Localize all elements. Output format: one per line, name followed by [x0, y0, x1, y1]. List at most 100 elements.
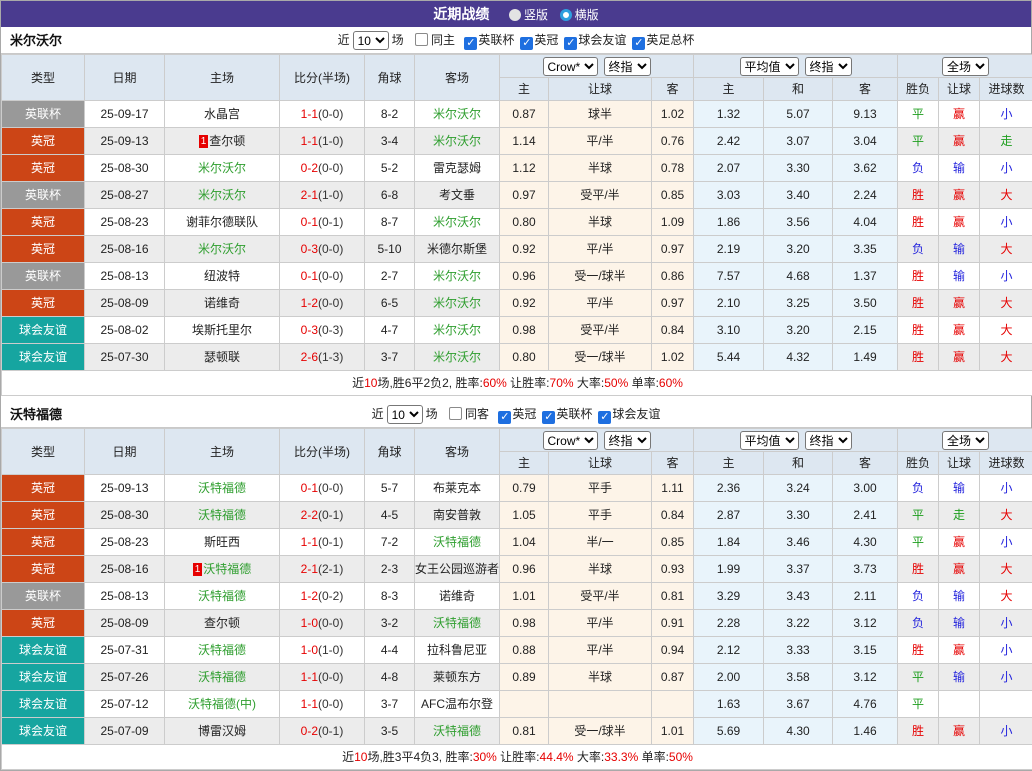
- final-odds-select-2[interactable]: 终指: [805, 57, 852, 76]
- crow-home-odds: 0.97: [500, 182, 549, 209]
- avg-draw-odds: 3.20: [764, 317, 833, 344]
- final-odds-select[interactable]: 终指: [604, 431, 651, 450]
- match-row: 球会友谊25-07-31沃特福德1-0(1-0)4-4拉科鲁尼亚0.88平/半0…: [2, 637, 1032, 664]
- league-checkbox[interactable]: ✓: [498, 411, 511, 424]
- score: 2-1(1-0): [280, 182, 365, 209]
- league-checkbox[interactable]: ✓: [598, 411, 611, 424]
- odds-source-select[interactable]: Crow*: [543, 431, 598, 450]
- crow-away-odds: 0.85: [652, 529, 694, 556]
- home-team: 沃特福德: [165, 583, 280, 610]
- match-row: 英冠25-08-161沃特福德2-1(2-1)2-3女王公园巡游者0.96半球0…: [2, 556, 1032, 583]
- league-checkbox[interactable]: ✓: [632, 37, 645, 50]
- avg-away-odds: 1.49: [833, 344, 898, 371]
- near-label: 近: [372, 407, 384, 421]
- crow-away-odds: 0.78: [652, 155, 694, 182]
- crow-away-odds: 0.91: [652, 610, 694, 637]
- avg-home-odds: 5.44: [694, 344, 764, 371]
- result-handicap: 赢: [939, 209, 980, 236]
- result-handicap: 输: [939, 583, 980, 610]
- result-wdl: 胜: [898, 182, 939, 209]
- crow-home-odds: 0.98: [500, 610, 549, 637]
- home-team: 沃特福德(中): [165, 691, 280, 718]
- crow-handicap: 球半: [549, 101, 652, 128]
- away-team: 米尔沃尔: [415, 128, 500, 155]
- avg-draw-odds: 3.37: [764, 556, 833, 583]
- result-goals: 小: [980, 101, 1032, 128]
- match-row: 英联杯25-08-27米尔沃尔2-1(1-0)6-8考文垂0.97受平/半0.8…: [2, 182, 1032, 209]
- league-checkbox[interactable]: ✓: [520, 37, 533, 50]
- result-goals: 小: [980, 529, 1032, 556]
- score: 1-1(0-1): [280, 529, 365, 556]
- horizontal-layout-radio[interactable]: [560, 9, 572, 21]
- column-header-home: 主场: [165, 55, 280, 101]
- away-team: 米尔沃尔: [415, 263, 500, 290]
- home-team: 沃特福德: [165, 502, 280, 529]
- score: 1-0(0-0): [280, 610, 365, 637]
- redcard-badge: 1: [193, 563, 203, 576]
- league-checkbox[interactable]: ✓: [542, 411, 555, 424]
- avg-home-odds: 1.86: [694, 209, 764, 236]
- avg-draw-odds: 3.58: [764, 664, 833, 691]
- type-badge: 英冠: [2, 209, 85, 236]
- avg-away-odds: 3.73: [833, 556, 898, 583]
- vertical-layout-radio[interactable]: [509, 9, 521, 21]
- result-wdl: 胜: [898, 209, 939, 236]
- odds-source-select[interactable]: Crow*: [543, 57, 598, 76]
- avg-odds-select[interactable]: 平均值: [740, 431, 799, 450]
- crow-home-odds: 0.79: [500, 475, 549, 502]
- avg-away-odds: 1.37: [833, 263, 898, 290]
- result-handicap: 输: [939, 475, 980, 502]
- type-badge: 球会友谊: [2, 344, 85, 371]
- score: 1-2(0-2): [280, 583, 365, 610]
- score: 0-1(0-1): [280, 209, 365, 236]
- subheader-crow-away: 客: [652, 78, 694, 101]
- same-venue-label: 同主: [431, 33, 455, 47]
- result-goals: 大: [980, 236, 1032, 263]
- result-handicap: 赢: [939, 637, 980, 664]
- corner-score: 2-3: [365, 556, 415, 583]
- same-venue-label: 同客: [465, 407, 489, 421]
- team-section-millwall: 米尔沃尔 近10场 同主 ✓英联杯✓英冠✓球会友谊✓英足总杯 类型 日期 主场 …: [1, 27, 1031, 396]
- scope-select[interactable]: 全场: [942, 431, 989, 450]
- avg-odds-select[interactable]: 平均值: [740, 57, 799, 76]
- home-team: 沃特福德: [165, 664, 280, 691]
- result-handicap: 赢: [939, 182, 980, 209]
- column-header-score: 比分(半场): [280, 55, 365, 101]
- avg-away-odds: 4.04: [833, 209, 898, 236]
- match-row: 英冠25-08-16米尔沃尔0-3(0-0)5-10米德尔斯堡0.92平/半0.…: [2, 236, 1032, 263]
- subheader-result-goals: 进球数: [980, 452, 1032, 475]
- crow-home-odds: 1.05: [500, 502, 549, 529]
- avg-away-odds: 2.15: [833, 317, 898, 344]
- match-count-select[interactable]: 10: [387, 405, 423, 424]
- column-header-away: 客场: [415, 429, 500, 475]
- same-venue-checkbox[interactable]: [449, 407, 462, 420]
- avg-home-odds: 3.03: [694, 182, 764, 209]
- league-checkbox[interactable]: ✓: [564, 37, 577, 50]
- result-wdl: 胜: [898, 263, 939, 290]
- result-wdl: 胜: [898, 637, 939, 664]
- result-goals: 大: [980, 502, 1032, 529]
- crow-home-odds: 0.89: [500, 664, 549, 691]
- avg-away-odds: 3.12: [833, 664, 898, 691]
- column-header-corner: 角球: [365, 55, 415, 101]
- final-odds-select[interactable]: 终指: [604, 57, 651, 76]
- same-venue-checkbox[interactable]: [415, 33, 428, 46]
- avg-away-odds: 3.04: [833, 128, 898, 155]
- type-badge: 球会友谊: [2, 691, 85, 718]
- crow-home-odds: 0.92: [500, 290, 549, 317]
- league-filters: ✓英联杯✓英冠✓球会友谊✓英足总杯: [458, 33, 694, 47]
- final-odds-select-2[interactable]: 终指: [805, 431, 852, 450]
- score: 1-2(0-0): [280, 290, 365, 317]
- match-row: 英联杯25-08-13沃特福德1-2(0-2)8-3诺维奇1.01受平/半0.8…: [2, 583, 1032, 610]
- match-date: 25-08-30: [85, 155, 165, 182]
- league-checkbox[interactable]: ✓: [464, 37, 477, 50]
- match-count-select[interactable]: 10: [353, 31, 389, 50]
- corner-score: 2-7: [365, 263, 415, 290]
- match-date: 25-08-16: [85, 556, 165, 583]
- scope-select[interactable]: 全场: [942, 57, 989, 76]
- avg-draw-odds: 3.07: [764, 128, 833, 155]
- matches-label: 场: [426, 407, 438, 421]
- away-team: 南安普敦: [415, 502, 500, 529]
- crow-away-odds: 0.84: [652, 317, 694, 344]
- result-wdl: 胜: [898, 317, 939, 344]
